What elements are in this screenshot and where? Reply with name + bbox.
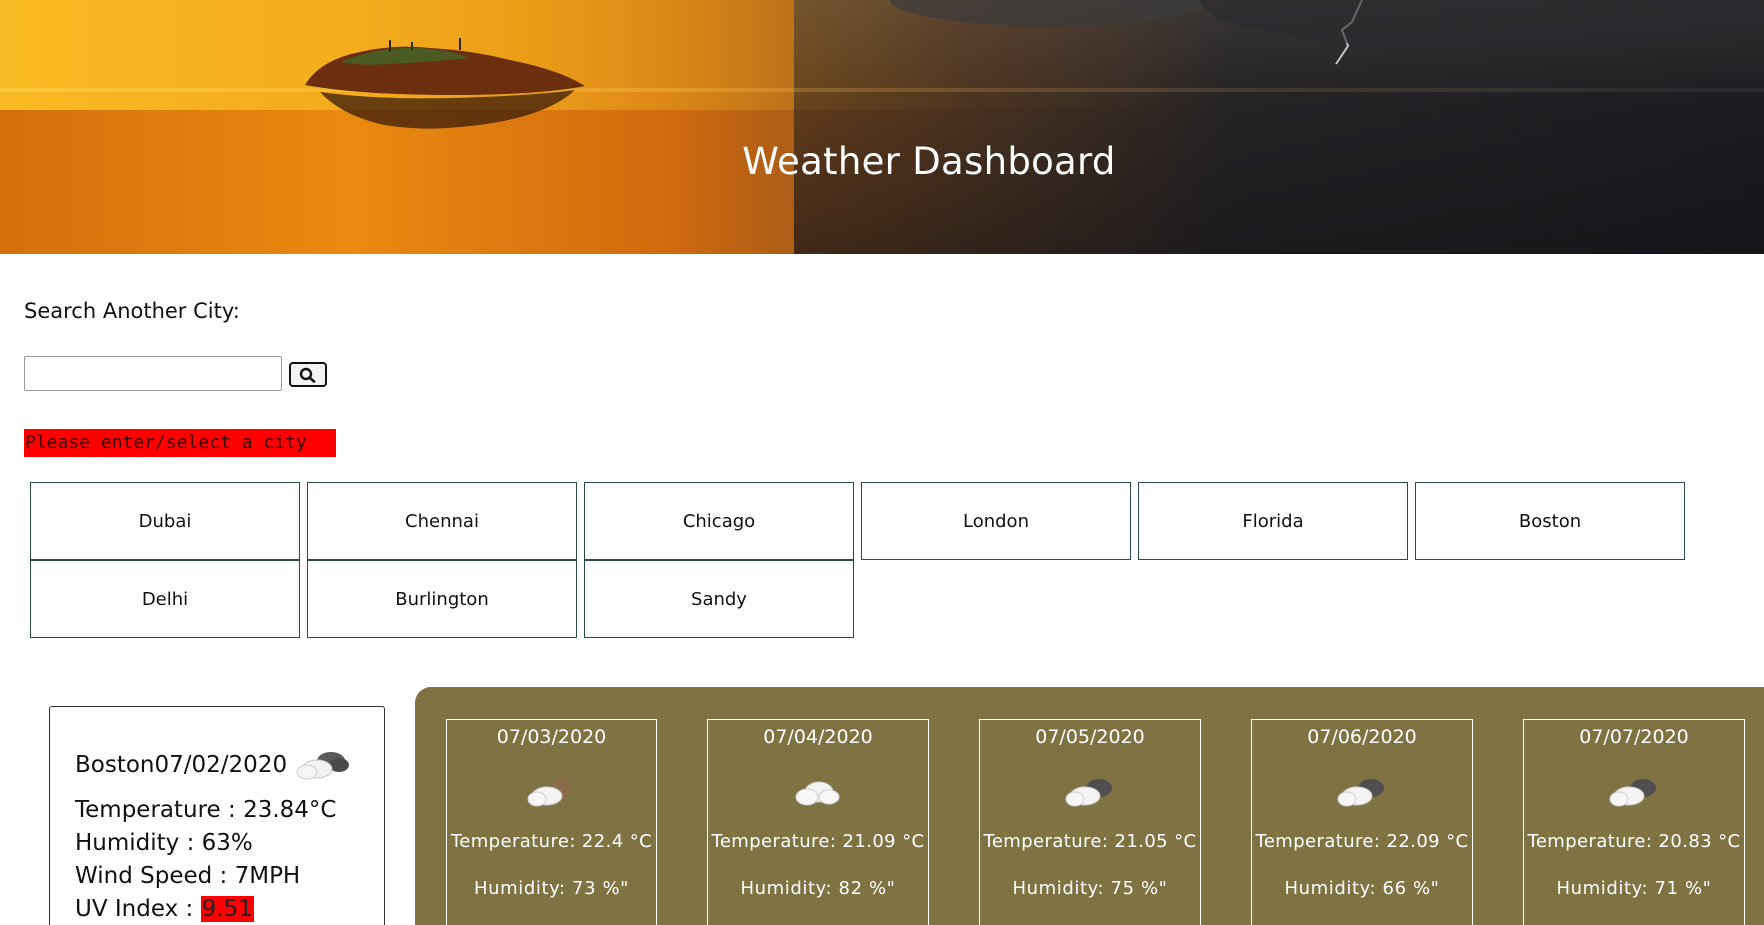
partly-cloudy-night-icon — [296, 752, 350, 780]
search-button[interactable] — [289, 362, 327, 387]
forecast-temperature: Temperature: 21.05 °C — [983, 831, 1197, 852]
forecast-date: 07/04/2020 — [763, 726, 873, 748]
forecast-date: 07/03/2020 — [496, 726, 607, 748]
broken-clouds-icon — [1609, 779, 1656, 807]
city-button-florida[interactable]: Florida — [1138, 482, 1408, 560]
forecast-card: 07/03/2020 Temperature: 22.4 °C Humidity… — [446, 719, 657, 925]
forecast-humidity: Humidity: 73 %" — [473, 878, 630, 899]
hero-banner: Weather Dashboard — [0, 0, 1764, 254]
search-label: Search Another City: — [24, 299, 240, 323]
current-city: Boston — [75, 752, 155, 778]
city-search-input[interactable] — [24, 356, 282, 391]
current-temperature: Temperature : 23.84°C — [75, 797, 337, 823]
page-title: Weather Dashboard — [742, 140, 1116, 183]
city-button-boston[interactable]: Boston — [1415, 482, 1685, 560]
forecast-card: 07/07/2020 Temperature: 20.83 °C Humidit… — [1523, 719, 1745, 925]
forecast-humidity: Humidity: 71 %" — [1556, 878, 1712, 899]
broken-clouds-icon — [1065, 779, 1112, 807]
city-button-chennai[interactable]: Chennai — [307, 482, 577, 560]
cloud-icon — [795, 781, 840, 806]
forecast-card: 07/04/2020 Temperature: 21.09 °C Humidit… — [707, 719, 929, 925]
forecast-card: 07/06/2020 Temperature: 22.09 °C Humidit… — [1251, 719, 1473, 925]
cloud-moon-icon — [527, 778, 571, 807]
error-message: Please enter/select a city — [24, 429, 336, 457]
city-button-london[interactable]: London — [861, 482, 1131, 560]
forecast-date: 07/05/2020 — [1035, 726, 1145, 748]
forecast-panel: 07/03/2020 Temperature: 22.4 °C Humidity… — [415, 687, 1764, 925]
city-button-dubai[interactable]: Dubai — [30, 482, 300, 560]
search-icon — [299, 367, 316, 383]
forecast-temperature: Temperature: 21.09 °C — [711, 831, 925, 852]
current-weather-heading: Boston 07/02/2020 — [75, 747, 353, 783]
forecast-humidity: Humidity: 75 %" — [1012, 878, 1168, 899]
island-reflection — [320, 90, 575, 129]
forecast-humidity: Humidity: 82 %" — [740, 878, 896, 899]
current-humidity: Humidity : 63% — [75, 830, 253, 856]
hero-scenery — [305, 0, 1764, 129]
forecast-date: 07/06/2020 — [1307, 726, 1417, 748]
city-button-chicago[interactable]: Chicago — [584, 482, 854, 560]
current-weather-card: Boston 07/02/2020 Temperature : 23.84°C H… — [49, 706, 385, 925]
city-button-sandy[interactable]: Sandy — [584, 560, 854, 638]
forecast-temperature: Temperature: 22.09 °C — [1255, 831, 1469, 852]
broken-clouds-icon — [1337, 779, 1384, 807]
current-uv-index: UV Index : 9.51 — [75, 896, 254, 922]
forecast-humidity: Humidity: 66 %" — [1284, 878, 1440, 899]
city-button-burlington[interactable]: Burlington — [307, 560, 577, 638]
current-wind-speed: Wind Speed : 7MPH — [75, 863, 301, 889]
forecast-temperature: Temperature: 22.4 °C — [450, 831, 653, 852]
uv-index-label: UV Index : — [75, 896, 201, 922]
current-date: 07/02/2020 — [154, 752, 288, 778]
forecast-temperature: Temperature: 20.83 °C — [1527, 831, 1741, 852]
city-button-delhi[interactable]: Delhi — [30, 560, 300, 638]
forecast-date: 07/07/2020 — [1579, 726, 1689, 748]
forecast-card: 07/05/2020 Temperature: 21.05 °C Humidit… — [979, 719, 1201, 925]
uv-index-value: 9.51 — [200, 896, 254, 922]
